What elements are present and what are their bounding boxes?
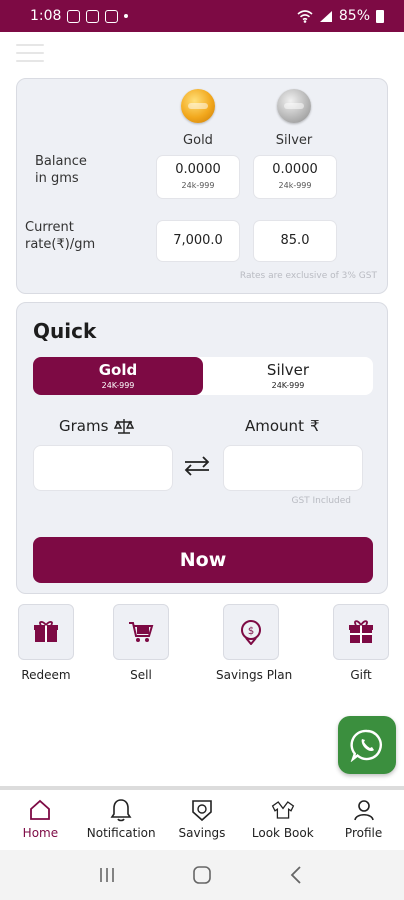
- gift-icon: [349, 620, 373, 643]
- silver-coin-icon: [277, 89, 311, 123]
- metal-toggle: Gold 24K-999 Silver 24K-999: [33, 357, 373, 395]
- scale-icon: [114, 419, 135, 434]
- quick-card: Quick Gold 24K-999 Silver 24K-999 Grams …: [16, 302, 388, 594]
- balance-label: Balance in gms: [35, 154, 87, 186]
- shirt-icon: [271, 798, 295, 822]
- toggle-silver[interactable]: Silver 24K-999: [203, 357, 373, 395]
- battery-percent: 85%: [338, 8, 370, 24]
- shortcut-label-savings-plan: Savings Plan: [216, 668, 293, 682]
- battery-icon: [376, 9, 384, 23]
- silver-balance-karat: 24k-999: [278, 181, 312, 190]
- gold-coin-icon: [181, 89, 215, 123]
- gold-label: Gold: [183, 133, 213, 148]
- shortcut-gift[interactable]: Gift: [326, 604, 396, 682]
- gold-rate-box: 7,000.0: [156, 220, 240, 262]
- silver-rate-value: 85.0: [280, 233, 310, 248]
- whatsapp-button[interactable]: [338, 716, 396, 774]
- savings-icon: [190, 798, 214, 822]
- bell-icon: [109, 798, 133, 822]
- bottom-tab-bar: Home Notification Savings Look Book Prof…: [0, 790, 404, 850]
- recent-apps-icon[interactable]: [97, 866, 117, 884]
- gold-rate-value: 7,000.0: [173, 233, 223, 248]
- amount-label: Amount ₹: [245, 417, 320, 435]
- gst-included-note: GST Included: [291, 496, 351, 506]
- tab-savings[interactable]: Savings: [162, 790, 243, 850]
- quick-title: Quick: [33, 319, 97, 343]
- home-icon: [28, 798, 52, 822]
- amount-input[interactable]: [223, 445, 363, 491]
- swap-icon[interactable]: [183, 455, 211, 483]
- gold-balance-value: 0.0000: [175, 162, 221, 177]
- svg-text:$: $: [248, 626, 254, 637]
- rupee-icon: ₹: [309, 417, 320, 435]
- rates-card: Gold Silver Balance in gms 0.0000 24k-99…: [16, 78, 388, 294]
- toggle-gold[interactable]: Gold 24K-999: [33, 357, 203, 395]
- tab-home[interactable]: Home: [0, 790, 81, 850]
- silver-label: Silver: [275, 133, 313, 148]
- gold-balance-karat: 24k-999: [181, 181, 215, 190]
- gold-balance-box: 0.0000 24k-999: [156, 155, 240, 199]
- signal-icon: [319, 10, 332, 22]
- person-icon: [352, 798, 376, 822]
- notification-icon: [67, 9, 81, 23]
- savings-coin-icon: $: [241, 620, 261, 645]
- wifi-icon: [297, 9, 313, 23]
- silver-balance-value: 0.0000: [272, 162, 318, 177]
- tab-notification[interactable]: Notification: [81, 790, 162, 850]
- menu-icon[interactable]: [16, 44, 44, 62]
- shortcut-redeem[interactable]: Redeem: [11, 604, 81, 682]
- shortcut-sell[interactable]: Sell: [106, 604, 176, 682]
- shortcut-label-redeem: Redeem: [21, 668, 71, 682]
- gift-box-icon: [34, 621, 58, 642]
- image-icon: [86, 9, 100, 23]
- shortcut-label-gift: Gift: [350, 668, 372, 682]
- status-time: 1:08: [30, 8, 62, 24]
- grams-label: Grams: [59, 417, 135, 435]
- grams-input[interactable]: [33, 445, 173, 491]
- status-bar: 1:08 85%: [0, 0, 404, 32]
- dot-icon: [124, 14, 129, 18]
- current-rate-label: Current rate(₹)/gm: [25, 220, 96, 252]
- calendar-icon: [105, 9, 119, 23]
- silver-balance-box: 0.0000 24k-999: [253, 155, 337, 199]
- tab-profile[interactable]: Profile: [323, 790, 404, 850]
- whatsapp-icon: [350, 729, 382, 762]
- silver-rate-box: 85.0: [253, 220, 337, 262]
- system-nav-bar: [0, 850, 404, 900]
- now-button[interactable]: Now: [33, 537, 373, 583]
- gst-exclusive-note: Rates are exclusive of 3% GST: [239, 271, 377, 281]
- shortcut-label-sell: Sell: [130, 668, 152, 682]
- shortcut-savings-plan[interactable]: $ Savings Plan: [216, 604, 293, 682]
- tab-look-book[interactable]: Look Book: [242, 790, 323, 850]
- home-nav-icon[interactable]: [192, 865, 212, 885]
- back-icon[interactable]: [287, 865, 307, 885]
- cart-icon: [129, 622, 154, 642]
